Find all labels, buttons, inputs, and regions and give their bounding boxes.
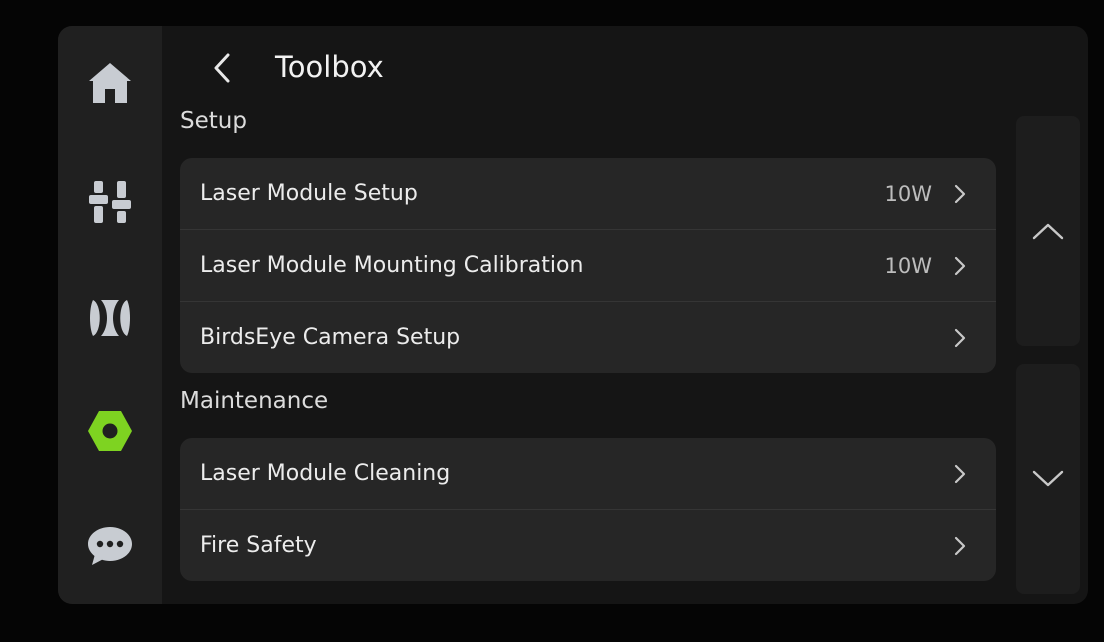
chevron-down-icon <box>1032 470 1064 487</box>
scroll-down-button[interactable] <box>1016 364 1080 594</box>
chevron-right-icon <box>950 254 970 278</box>
sidebar-item-toolbox[interactable] <box>58 396 162 466</box>
section-title-maintenance: Maintenance <box>180 388 329 414</box>
sidebar-item-messages[interactable] <box>58 511 162 581</box>
sidebar-item-home[interactable] <box>58 48 162 118</box>
back-button[interactable] <box>202 48 242 88</box>
list-item-laser-module-setup[interactable]: Laser Module Setup 10W <box>180 158 996 229</box>
chevron-up-icon <box>1032 223 1064 240</box>
list-item-label: Laser Module Cleaning <box>200 461 451 486</box>
list-item-value: 10W <box>884 253 933 278</box>
list-item-label: Laser Module Setup <box>200 181 418 206</box>
maintenance-card: Laser Module Cleaning Fire Safety <box>180 438 996 581</box>
device-screen: Toolbox Setup Laser Module Setup 10W Las… <box>58 26 1088 604</box>
material-icon <box>90 300 130 336</box>
toolbox-page: Toolbox Setup Laser Module Setup 10W Las… <box>162 26 1002 604</box>
sidebar <box>58 26 162 604</box>
list-item-laser-module-mounting-calibration[interactable]: Laser Module Mounting Calibration 10W <box>180 229 996 301</box>
chevron-right-icon <box>950 326 970 350</box>
list-item-value: 10W <box>884 181 933 206</box>
sidebar-item-controls[interactable] <box>58 166 162 236</box>
chevron-right-icon <box>950 182 970 206</box>
list-item-birdseye-camera-setup[interactable]: BirdsEye Camera Setup <box>180 301 996 373</box>
sidebar-item-material[interactable] <box>58 283 162 353</box>
scroll-controls <box>1016 116 1080 594</box>
list-item-label: Fire Safety <box>200 533 317 558</box>
page-title: Toolbox <box>275 50 384 84</box>
toolbox-icon <box>88 411 132 451</box>
scroll-up-button[interactable] <box>1016 116 1080 346</box>
chevron-right-icon <box>950 534 970 558</box>
list-item-laser-module-cleaning[interactable]: Laser Module Cleaning <box>180 438 996 509</box>
chevron-right-icon <box>950 462 970 486</box>
section-title-setup: Setup <box>180 108 247 134</box>
sliders-icon <box>89 181 131 223</box>
home-icon <box>89 63 131 103</box>
setup-card: Laser Module Setup 10W Laser Module Moun… <box>180 158 996 373</box>
list-item-label: BirdsEye Camera Setup <box>200 325 461 350</box>
chevron-left-icon <box>214 53 230 83</box>
list-item-label: Laser Module Mounting Calibration <box>200 253 584 278</box>
chat-icon <box>88 527 132 565</box>
list-item-fire-safety[interactable]: Fire Safety <box>180 509 996 581</box>
